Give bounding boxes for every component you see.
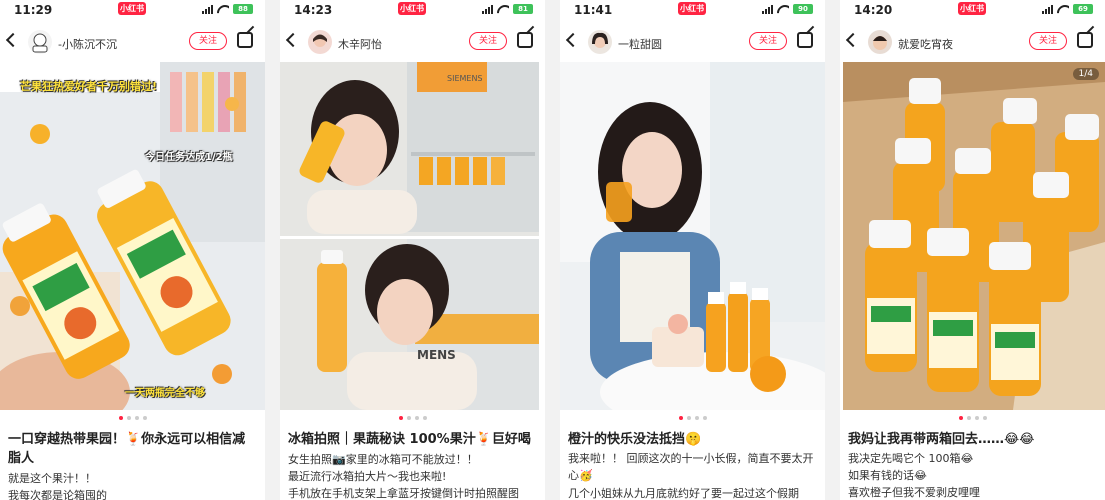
post-body-line: 如果有钱的话😂 <box>848 469 927 482</box>
post-body-line: 几个小姐妹从九月底就约好了要一起过这个假期 <box>568 487 799 500</box>
post-body-line: 我每次都是论箱囤的 <box>8 489 107 500</box>
carousel-dots <box>280 416 545 420</box>
battery-icon: 81 <box>513 4 533 14</box>
status-time: 14:20 <box>854 3 893 17</box>
image-counter: 1/4 <box>1072 68 1099 80</box>
post-title: 一口穿越热带果园！🍹你永远可以相信减脂人 <box>8 432 246 466</box>
status-bar: 14:20 小红书 69 <box>840 0 1105 22</box>
post-card-2: 14:23 小红书 81 木辛阿怡 关注 SIEMENS MENS 冰箱拍照｜果… <box>280 0 545 500</box>
post-header: 就爱吃宵夜 关注 <box>840 26 1105 60</box>
signal-icon <box>202 4 213 14</box>
share-icon[interactable] <box>237 32 253 48</box>
overlay-caption-bottom: 一天两瓶完全不够 <box>125 388 205 399</box>
system-icons: 88 <box>202 4 253 14</box>
wifi-icon <box>1057 5 1069 14</box>
post-body-line: 喜欢橙子但我不爱剥皮哩哩 <box>848 486 980 499</box>
status-bar: 11:29 小红书 88 <box>0 0 265 22</box>
post-image-art <box>280 62 539 410</box>
follow-button[interactable]: 关注 <box>189 32 227 50</box>
post-card-1: 11:29 小红书 88 -小陈沉不沉 关注 芒果狂热爱好者千万别错过! 今日任… <box>0 0 265 500</box>
overlay-caption-top: 芒果狂热爱好者千万别错过! <box>20 80 158 93</box>
avatar[interactable] <box>868 30 892 54</box>
back-icon[interactable] <box>5 32 21 48</box>
app-badge: 小红书 <box>118 2 146 15</box>
fridge-brand-bottom: MENS <box>417 348 456 362</box>
avatar[interactable] <box>28 30 52 54</box>
avatar[interactable] <box>588 30 612 54</box>
post-body-line: 我决定先喝它个 100箱😂 <box>848 452 974 465</box>
status-bar: 11:41 小红书 90 <box>560 0 825 22</box>
post-image-art <box>843 62 1105 410</box>
battery-icon: 90 <box>793 4 813 14</box>
post-image-art <box>0 62 265 410</box>
wifi-icon <box>777 5 789 14</box>
battery-icon: 88 <box>233 4 253 14</box>
post-body-line: 我来啦！！ 回顾这次的十一小长假，简直不要太开心🥳 <box>568 452 814 482</box>
username[interactable]: 木辛阿怡 <box>338 36 382 52</box>
app-badge: 小红书 <box>678 2 706 15</box>
post-header: -小陈沉不沉 关注 <box>0 26 265 60</box>
status-bar: 14:23 小红书 81 <box>280 0 545 22</box>
post-body-line: 女生拍照📷家里的冰箱可不能放过！！ <box>288 453 478 466</box>
username[interactable]: 就爱吃宵夜 <box>898 36 953 52</box>
post-image-art <box>560 62 825 410</box>
app-badge: 小红书 <box>398 2 426 15</box>
follow-button[interactable]: 关注 <box>749 32 787 50</box>
post-body-line: 就是这个果汁！！ <box>8 472 96 485</box>
post-body-line: 最近流行冰箱拍大片～我也来啦! <box>288 470 447 483</box>
post-title: 橙汁的快乐没法抵挡🤫 <box>568 432 702 447</box>
signal-icon <box>1042 4 1053 14</box>
status-time: 11:41 <box>574 3 613 17</box>
carousel-dots <box>840 416 1105 420</box>
back-icon[interactable] <box>565 32 581 48</box>
share-icon[interactable] <box>1077 32 1093 48</box>
back-icon[interactable] <box>285 32 301 48</box>
system-icons: 69 <box>1042 4 1093 14</box>
follow-button[interactable]: 关注 <box>469 32 507 50</box>
wifi-icon <box>497 5 509 14</box>
post-card-3: 11:41 小红书 90 一粒甜圆 关注 橙汁的快乐没法抵挡🤫 我来啦！！ 回顾… <box>560 0 825 500</box>
signal-icon <box>482 4 493 14</box>
post-image[interactable] <box>560 62 825 410</box>
post-image[interactable] <box>843 62 1105 410</box>
username[interactable]: 一粒甜圆 <box>618 36 662 52</box>
status-time: 14:23 <box>294 3 333 17</box>
avatar[interactable] <box>308 30 332 54</box>
post-header: 一粒甜圆 关注 <box>560 26 825 60</box>
share-icon[interactable] <box>797 32 813 48</box>
post-image[interactable]: 芒果狂热爱好者千万别错过! 今日任务达成1/2瓶 一天两瓶完全不够 <box>0 62 265 410</box>
post-title: 冰箱拍照｜果蔬秘诀 100%果汁🍹巨好喝 <box>288 432 531 447</box>
wifi-icon <box>217 5 229 14</box>
post-card-4: 14:20 小红书 69 就爱吃宵夜 关注 1/4 我妈让我再带两箱回去……😂😂… <box>840 0 1105 500</box>
signal-icon <box>762 4 773 14</box>
follow-button[interactable]: 关注 <box>1029 32 1067 50</box>
overlay-caption-mid: 今日任务达成1/2瓶 <box>145 152 233 163</box>
system-icons: 90 <box>762 4 813 14</box>
share-icon[interactable] <box>517 32 533 48</box>
fridge-brand-top: SIEMENS <box>447 74 483 83</box>
screenshot-strip: 11:29 小红书 88 -小陈沉不沉 关注 芒果狂热爱好者千万别错过! 今日任… <box>0 0 1105 500</box>
post-header: 木辛阿怡 关注 <box>280 26 545 60</box>
app-badge: 小红书 <box>958 2 986 15</box>
post-image[interactable]: SIEMENS MENS <box>280 62 539 410</box>
carousel-dots <box>0 416 265 420</box>
username[interactable]: -小陈沉不沉 <box>58 36 117 52</box>
carousel-dots <box>560 416 825 420</box>
battery-icon: 69 <box>1073 4 1093 14</box>
status-time: 11:29 <box>14 3 53 17</box>
system-icons: 81 <box>482 4 533 14</box>
back-icon[interactable] <box>845 32 861 48</box>
post-title: 我妈让我再带两箱回去……😂😂 <box>848 432 1035 447</box>
post-body-line: 手机放在手机支架上拿蓝牙按键倒计时拍照醒图 <box>288 487 519 500</box>
